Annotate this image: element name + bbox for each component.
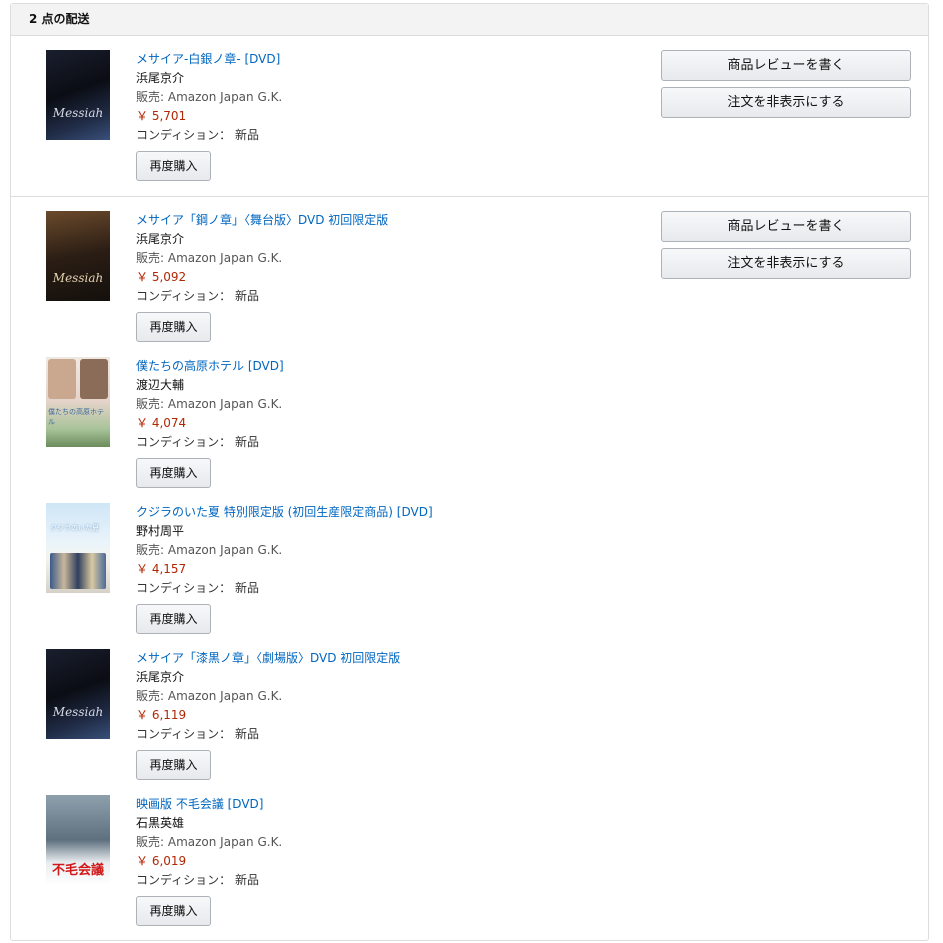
write-review-button[interactable]: 商品レビューを書く bbox=[661, 50, 911, 81]
product-author: 野村周平 bbox=[136, 524, 185, 538]
product-image[interactable]: Messiah bbox=[46, 649, 110, 739]
product-seller: 販売: Amazon Japan G.K. bbox=[136, 835, 283, 849]
product-author: 浜尾京介 bbox=[136, 670, 185, 684]
order-item: Messiah メサイア「鋼ノ章」〈舞台版〉DVD 初回限定版 浜尾京介 販売:… bbox=[11, 211, 928, 357]
product-title-link[interactable]: 僕たちの高原ホテル [DVD] bbox=[136, 357, 284, 376]
product-price: ￥ 5,701 bbox=[136, 109, 187, 123]
product-title-link[interactable]: 映画版 不毛会議 [DVD] bbox=[136, 795, 282, 814]
product-image[interactable]: Messiah bbox=[46, 211, 110, 301]
order-item: 不毛会議 映画版 不毛会議 [DVD] 石黒英雄 販売: Amazon Japa… bbox=[11, 795, 928, 941]
condition-label: コンディション： bbox=[136, 727, 232, 741]
product-author: 渡辺大輔 bbox=[136, 378, 185, 392]
product-image[interactable]: 不毛会議 bbox=[46, 795, 110, 885]
product-condition: コンディション： 新品 bbox=[136, 725, 400, 744]
product-author: 浜尾京介 bbox=[136, 232, 185, 246]
shipment-2: 商品レビューを書く 注文を非表示にする Messiah メサイア「鋼ノ章」〈舞台… bbox=[11, 197, 928, 938]
product-title-link[interactable]: クジラのいた夏 特別限定版 (初回生産限定商品) [DVD] bbox=[136, 503, 433, 522]
cover-title: 不毛会議 bbox=[51, 863, 104, 878]
product-seller: 販売: Amazon Japan G.K. bbox=[136, 543, 283, 557]
order-item: クジラのいた夏 クジラのいた夏 特別限定版 (初回生産限定商品) [DVD] 野… bbox=[11, 503, 928, 649]
condition-label: コンディション： bbox=[136, 873, 232, 887]
product-title-link[interactable]: メサイア-白銀ノ章- [DVD] bbox=[136, 50, 282, 69]
product-condition: コンディション： 新品 bbox=[136, 126, 282, 145]
cover-title: クジラのいた夏 bbox=[50, 524, 99, 532]
condition-value: 新品 bbox=[235, 873, 260, 887]
buy-again-button[interactable]: 再度購入 bbox=[136, 458, 211, 488]
product-image[interactable]: 僕たちの高原ホテル bbox=[46, 357, 110, 447]
cover-title: Messiah bbox=[52, 705, 104, 719]
condition-label: コンディション： bbox=[136, 435, 232, 449]
buy-again-button[interactable]: 再度購入 bbox=[136, 312, 211, 342]
order-item: 僕たちの高原ホテル 僕たちの高原ホテル [DVD] 渡辺大輔 販売: Amazo… bbox=[11, 357, 928, 503]
product-title-link[interactable]: メサイア「鋼ノ章」〈舞台版〉DVD 初回限定版 bbox=[136, 211, 388, 230]
product-price: ￥ 6,119 bbox=[136, 708, 187, 722]
product-price: ￥ 4,157 bbox=[136, 562, 187, 576]
item-info: クジラのいた夏 特別限定版 (初回生産限定商品) [DVD] 野村周平 販売: … bbox=[136, 503, 433, 634]
product-condition: コンディション： 新品 bbox=[136, 871, 282, 890]
product-seller: 販売: Amazon Japan G.K. bbox=[136, 90, 283, 104]
product-price: ￥ 4,074 bbox=[136, 416, 187, 430]
condition-label: コンディション： bbox=[136, 289, 232, 303]
product-condition: コンディション： 新品 bbox=[136, 287, 388, 306]
item-info: 映画版 不毛会議 [DVD] 石黒英雄 販売: Amazon Japan G.K… bbox=[136, 795, 282, 926]
item-info: メサイア「漆黒ノ章」〈劇場版〉DVD 初回限定版 浜尾京介 販売: Amazon… bbox=[136, 649, 400, 780]
buy-again-button[interactable]: 再度購入 bbox=[136, 896, 211, 926]
condition-label: コンディション： bbox=[136, 581, 232, 595]
product-seller: 販売: Amazon Japan G.K. bbox=[136, 689, 283, 703]
product-condition: コンディション： 新品 bbox=[136, 579, 433, 598]
product-image[interactable]: クジラのいた夏 bbox=[46, 503, 110, 593]
item-info: メサイア-白銀ノ章- [DVD] 浜尾京介 販売: Amazon Japan G… bbox=[136, 50, 282, 181]
product-title-link[interactable]: メサイア「漆黒ノ章」〈劇場版〉DVD 初回限定版 bbox=[136, 649, 400, 668]
condition-value: 新品 bbox=[235, 128, 260, 142]
buy-again-button[interactable]: 再度購入 bbox=[136, 151, 211, 181]
product-seller: 販売: Amazon Japan G.K. bbox=[136, 251, 283, 265]
product-price: ￥ 5,092 bbox=[136, 270, 187, 284]
product-condition: コンディション： 新品 bbox=[136, 433, 284, 452]
shipment-actions: 商品レビューを書く 注文を非表示にする bbox=[661, 50, 911, 124]
cover-title: Messiah bbox=[52, 106, 104, 120]
item-info: メサイア「鋼ノ章」〈舞台版〉DVD 初回限定版 浜尾京介 販売: Amazon … bbox=[136, 211, 388, 342]
shipment-header: 2 点の配送 bbox=[11, 4, 928, 36]
condition-value: 新品 bbox=[235, 581, 260, 595]
condition-label: コンディション： bbox=[136, 128, 232, 142]
product-author: 浜尾京介 bbox=[136, 71, 185, 85]
cover-title: Messiah bbox=[52, 271, 104, 285]
shipment-1: Messiah メサイア-白銀ノ章- [DVD] 浜尾京介 販売: Amazon… bbox=[11, 36, 928, 197]
item-info: 僕たちの高原ホテル [DVD] 渡辺大輔 販売: Amazon Japan G.… bbox=[136, 357, 284, 488]
cover-title: 僕たちの高原ホテル bbox=[48, 408, 104, 426]
order-card: 2 点の配送 Messiah メサイア-白銀ノ章- [DVD] 浜尾京介 販売:… bbox=[10, 3, 929, 941]
product-image[interactable]: Messiah bbox=[46, 50, 110, 140]
product-seller: 販売: Amazon Japan G.K. bbox=[136, 397, 283, 411]
product-author: 石黒英雄 bbox=[136, 816, 185, 830]
condition-value: 新品 bbox=[235, 727, 260, 741]
product-price: ￥ 6,019 bbox=[136, 854, 187, 868]
buy-again-button[interactable]: 再度購入 bbox=[136, 604, 211, 634]
hide-order-button[interactable]: 注文を非表示にする bbox=[661, 87, 911, 118]
condition-value: 新品 bbox=[235, 435, 260, 449]
condition-value: 新品 bbox=[235, 289, 260, 303]
buy-again-button[interactable]: 再度購入 bbox=[136, 750, 211, 780]
order-item: Messiah メサイア「漆黒ノ章」〈劇場版〉DVD 初回限定版 浜尾京介 販売… bbox=[11, 649, 928, 795]
